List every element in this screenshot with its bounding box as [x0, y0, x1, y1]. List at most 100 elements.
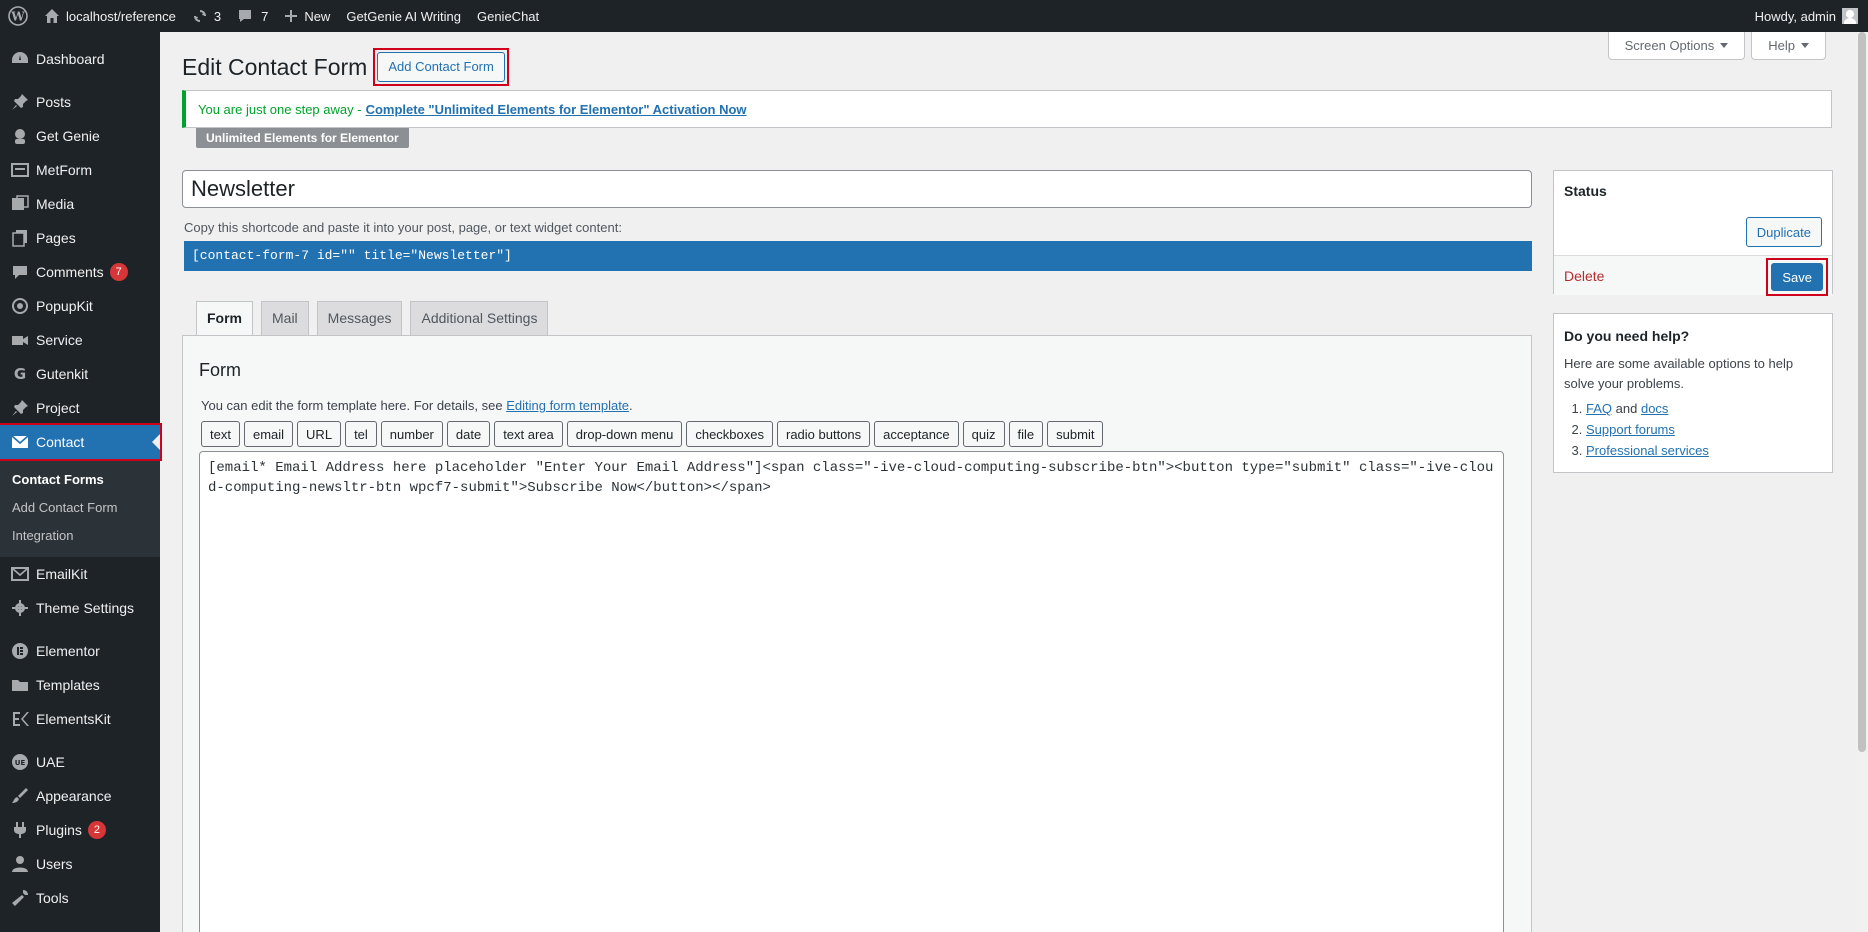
- tag-button-dropdown[interactable]: drop-down menu: [566, 421, 683, 447]
- form-template-textarea[interactable]: [email* Email Address here placeholder "…: [199, 451, 1504, 932]
- tag-button-email[interactable]: email: [243, 421, 294, 447]
- dashboard-icon: [10, 49, 30, 69]
- tag-button-acceptance[interactable]: acceptance: [874, 421, 959, 447]
- sidebar-item-pages[interactable]: Pages: [0, 221, 160, 255]
- getgenie-link[interactable]: GetGenie AI Writing: [338, 0, 469, 32]
- sidebar-item-gutenkit[interactable]: G Gutenkit: [0, 357, 160, 391]
- camera-icon: [10, 330, 30, 350]
- tag-button-tel[interactable]: tel: [345, 421, 377, 447]
- notice-activation-link[interactable]: Complete "Unlimited Elements for Element…: [366, 102, 747, 117]
- tag-button-radio[interactable]: radio buttons: [777, 421, 871, 447]
- tab-additional-settings[interactable]: Additional Settings: [410, 301, 549, 335]
- pin-icon: [10, 92, 30, 112]
- tag-button-url[interactable]: URL: [297, 421, 342, 447]
- sidebar-item-get-genie[interactable]: Get Genie: [0, 119, 160, 153]
- sidebar-item-users[interactable]: Users: [0, 847, 160, 881]
- save-button[interactable]: Save: [1771, 263, 1823, 291]
- tag-generator-buttons: text email URL tel number date text area…: [201, 421, 1104, 447]
- duplicate-button[interactable]: Duplicate: [1745, 217, 1822, 247]
- delete-link[interactable]: Delete: [1564, 268, 1604, 284]
- tab-messages[interactable]: Messages: [316, 301, 403, 335]
- caret-down-icon: [1720, 43, 1729, 48]
- tag-button-text[interactable]: text: [201, 421, 240, 447]
- activation-notice: You are just one step away - Complete "U…: [182, 90, 1832, 128]
- desc-text: You can edit the form template here. For…: [201, 398, 503, 413]
- sidebar-item-theme-settings[interactable]: Theme Settings: [0, 591, 160, 625]
- user-icon: [10, 854, 30, 874]
- comment-icon: [10, 262, 30, 282]
- site-name-link[interactable]: localhost/reference: [36, 0, 184, 32]
- submenu-contact-forms[interactable]: Contact Forms: [0, 465, 160, 493]
- sidebar-item-label: Media: [36, 196, 75, 212]
- tag-button-number[interactable]: number: [380, 421, 443, 447]
- plus-icon: [284, 9, 298, 23]
- sidebar-item-label: Tools: [36, 890, 69, 906]
- sidebar-item-comments[interactable]: Comments 7: [0, 255, 160, 289]
- scrollbar-thumb[interactable]: [1858, 32, 1866, 752]
- help-text: Here are some available options to help …: [1564, 356, 1794, 391]
- sidebar-item-label: Elementor: [36, 643, 100, 659]
- sidebar-item-media[interactable]: Media: [0, 187, 160, 221]
- sidebar-item-uae[interactable]: UE UAE: [0, 745, 160, 779]
- sidebar-item-tools[interactable]: Tools: [0, 881, 160, 915]
- sidebar-item-templates[interactable]: Templates: [0, 668, 160, 702]
- docs-link[interactable]: docs: [1641, 401, 1668, 416]
- sidebar-item-plugins[interactable]: Plugins 2: [0, 813, 160, 847]
- sidebar-item-service[interactable]: Service: [0, 323, 160, 357]
- tag-button-submit[interactable]: submit: [1047, 421, 1104, 447]
- comments-link[interactable]: 7: [229, 0, 276, 32]
- screen-options-button[interactable]: Screen Options: [1607, 32, 1746, 60]
- sidebar-item-label: MetForm: [36, 162, 92, 178]
- updates-link[interactable]: 3: [184, 0, 229, 32]
- comments-count: 7: [261, 8, 269, 24]
- sidebar-item-posts[interactable]: Posts: [0, 85, 160, 119]
- shortcode-field[interactable]: [contact-form-7 id="" title="Newsletter"…: [184, 241, 1532, 271]
- tag-button-checkboxes[interactable]: checkboxes: [686, 421, 773, 447]
- tag-button-quiz[interactable]: quiz: [962, 421, 1005, 447]
- howdy-text: Howdy, admin: [1754, 8, 1836, 24]
- brush-icon: [10, 786, 30, 806]
- faq-link[interactable]: FAQ: [1586, 401, 1612, 416]
- uae-icon: UE: [10, 752, 30, 772]
- contact-submenu: Contact Forms Add Contact Form Integrati…: [0, 459, 160, 557]
- site-name: localhost/reference: [66, 8, 176, 24]
- sidebar-item-project[interactable]: Project: [0, 391, 160, 425]
- new-content-link[interactable]: New: [276, 0, 338, 32]
- add-contact-form-button[interactable]: Add Contact Form: [377, 52, 505, 82]
- support-forums-link[interactable]: Support forums: [1586, 422, 1675, 437]
- help-item-support: Support forums: [1586, 419, 1709, 440]
- sidebar-item-label: Get Genie: [36, 128, 100, 144]
- tag-button-file[interactable]: file: [1008, 421, 1044, 447]
- tab-mail[interactable]: Mail: [261, 301, 309, 335]
- sidebar-item-emailkit[interactable]: EmailKit: [0, 557, 160, 591]
- sidebar-item-contact[interactable]: Contact: [0, 423, 162, 461]
- tab-form[interactable]: Form: [196, 301, 253, 336]
- plugins-badge: 2: [87, 821, 106, 839]
- status-heading: Status: [1564, 183, 1607, 199]
- tag-button-textarea[interactable]: text area: [494, 421, 563, 447]
- sidebar-item-metform[interactable]: MetForm: [0, 153, 160, 187]
- account-menu[interactable]: Howdy, admin: [1755, 8, 1868, 24]
- tag-button-date[interactable]: date: [446, 421, 491, 447]
- help-button[interactable]: Help: [1751, 32, 1826, 60]
- mail-icon: [10, 564, 30, 584]
- sidebar-item-label: Pages: [36, 230, 76, 246]
- sidebar-item-elementor[interactable]: Elementor: [0, 634, 160, 668]
- wordpress-logo-icon[interactable]: W: [0, 0, 36, 32]
- editing-form-template-link[interactable]: Editing form template: [506, 398, 629, 413]
- status-footer: Delete Save: [1554, 255, 1832, 296]
- sidebar-item-popupkit[interactable]: PopupKit: [0, 289, 160, 323]
- sidebar-item-label: Service: [36, 332, 83, 348]
- main-content: Screen Options Help Edit Contact Form Ad…: [160, 32, 1850, 932]
- form-title-input[interactable]: Newsletter: [182, 170, 1532, 208]
- submenu-add-contact-form[interactable]: Add Contact Form: [0, 493, 160, 521]
- geniechat-link[interactable]: GenieChat: [469, 0, 547, 32]
- help-links: FAQ and docs Support forums Professional…: [1586, 398, 1709, 461]
- professional-services-link[interactable]: Professional services: [1586, 443, 1709, 458]
- page-scrollbar[interactable]: [1856, 32, 1868, 932]
- sidebar-item-dashboard[interactable]: Dashboard: [0, 42, 160, 76]
- sidebar-item-elementskit[interactable]: ElementsKit: [0, 702, 160, 736]
- submenu-integration[interactable]: Integration: [0, 521, 160, 549]
- sidebar-item-label: Project: [36, 400, 80, 416]
- sidebar-item-appearance[interactable]: Appearance: [0, 779, 160, 813]
